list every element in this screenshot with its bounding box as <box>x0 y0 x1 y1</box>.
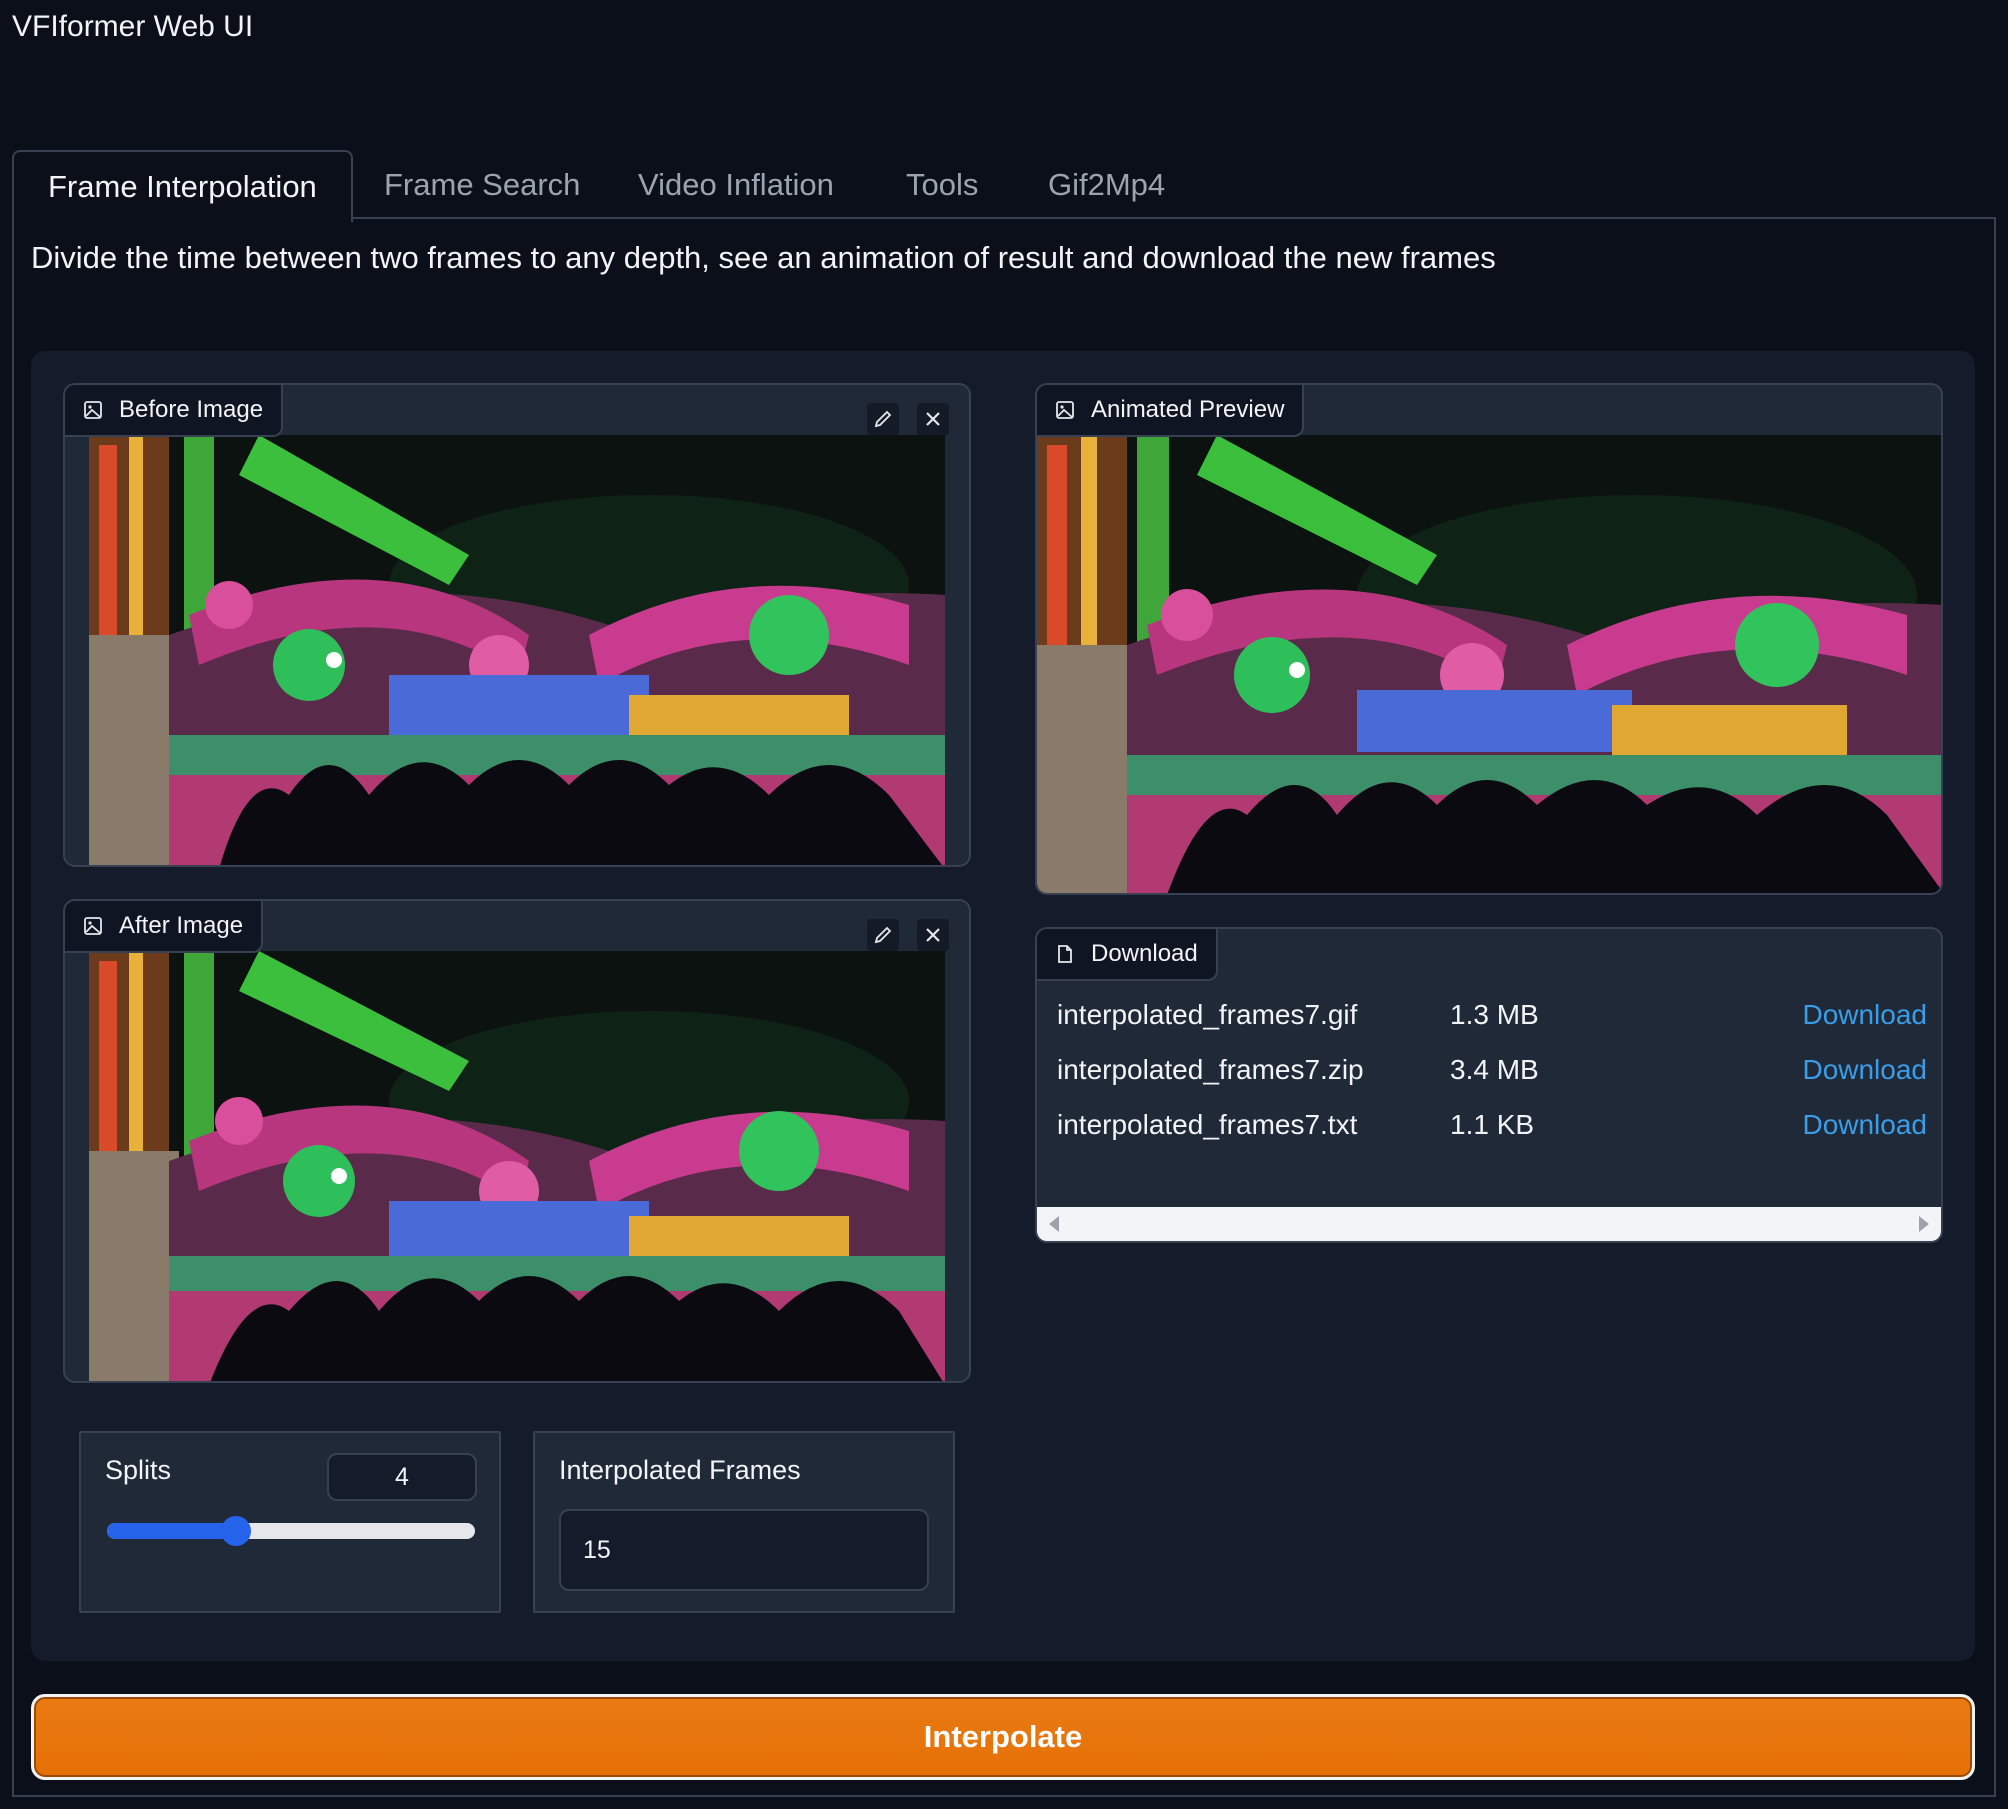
download-title: Download <box>1091 940 1198 967</box>
image-icon <box>84 917 102 935</box>
edit-icon[interactable] <box>867 919 899 951</box>
tab-video-inflation[interactable]: Video Inflation <box>604 150 868 220</box>
preview-image-scene <box>1037 435 1941 893</box>
download-link[interactable]: Download <box>1802 1054 1927 1086</box>
before-image-box[interactable]: Before Image <box>63 383 971 867</box>
after-image-label: After Image <box>65 901 264 953</box>
file-size: 1.1 KB <box>1450 1109 1535 1140</box>
slider-fill <box>107 1523 236 1539</box>
tab-gif2mp4[interactable]: Gif2Mp4 <box>1014 150 1199 220</box>
image-icon <box>1056 401 1074 419</box>
app-title: VFIformer Web UI <box>12 10 254 43</box>
animated-preview-box[interactable]: Animated Preview <box>1035 383 1943 895</box>
tab-frame-interpolation[interactable]: Frame Interpolation <box>12 150 353 222</box>
before-image-title: Before Image <box>119 396 264 423</box>
download-box: Download interpolated_frames7.gif 1.3 MB… <box>1035 927 1943 1243</box>
slider-thumb[interactable] <box>220 1516 251 1546</box>
tab-tools[interactable]: Tools <box>872 150 1012 220</box>
splits-control: Splits 4 <box>79 1431 501 1613</box>
horizontal-scrollbar[interactable] <box>1037 1207 1941 1241</box>
file-name: interpolated_frames7.zip <box>1057 1054 1364 1085</box>
download-label: Download <box>1037 929 1218 981</box>
after-image-box[interactable]: After Image <box>63 899 971 1383</box>
close-icon[interactable] <box>917 403 949 435</box>
interpolated-frames-label: Interpolated Frames <box>559 1455 801 1485</box>
file-size: 1.3 MB <box>1450 999 1539 1030</box>
scroll-right-icon[interactable] <box>1919 1216 1929 1232</box>
splits-slider[interactable] <box>107 1516 475 1546</box>
download-link[interactable]: Download <box>1802 1109 1927 1141</box>
file-size: 3.4 MB <box>1450 1054 1539 1085</box>
splits-number-input[interactable]: 4 <box>327 1453 477 1501</box>
page-description: Divide the time between two frames to an… <box>31 240 1496 275</box>
scroll-left-icon[interactable] <box>1049 1216 1059 1232</box>
tab-bar: Frame Interpolation Frame Search Video I… <box>12 150 1996 222</box>
after-image-title: After Image <box>119 912 244 939</box>
splits-label: Splits <box>105 1455 172 1485</box>
file-row: interpolated_frames7.gif 1.3 MB Download <box>1057 991 1927 1041</box>
edit-icon[interactable] <box>867 403 899 435</box>
before-image-scene <box>89 435 945 865</box>
before-image-label: Before Image <box>65 385 284 437</box>
preview-label: Animated Preview <box>1037 385 1305 437</box>
after-image-scene <box>89 951 945 1381</box>
file-name: interpolated_frames7.gif <box>1057 999 1358 1030</box>
image-icon <box>84 401 102 419</box>
interpolated-frames-field[interactable]: 15 <box>559 1509 929 1591</box>
interpolated-frames-control: Interpolated Frames 15 <box>533 1431 955 1613</box>
file-name: interpolated_frames7.txt <box>1057 1109 1358 1140</box>
tab-frame-search[interactable]: Frame Search <box>350 150 614 220</box>
interpolate-button[interactable]: Interpolate <box>31 1694 1975 1780</box>
close-icon[interactable] <box>917 919 949 951</box>
main-block: Before Image After Image Animated Previe… <box>31 351 1975 1661</box>
preview-title: Animated Preview <box>1091 396 1285 423</box>
file-row: interpolated_frames7.txt 1.1 KB Download <box>1057 1101 1927 1151</box>
file-row: interpolated_frames7.zip 3.4 MB Download <box>1057 1046 1927 1096</box>
file-icon <box>1058 945 1072 963</box>
download-link[interactable]: Download <box>1802 999 1927 1031</box>
